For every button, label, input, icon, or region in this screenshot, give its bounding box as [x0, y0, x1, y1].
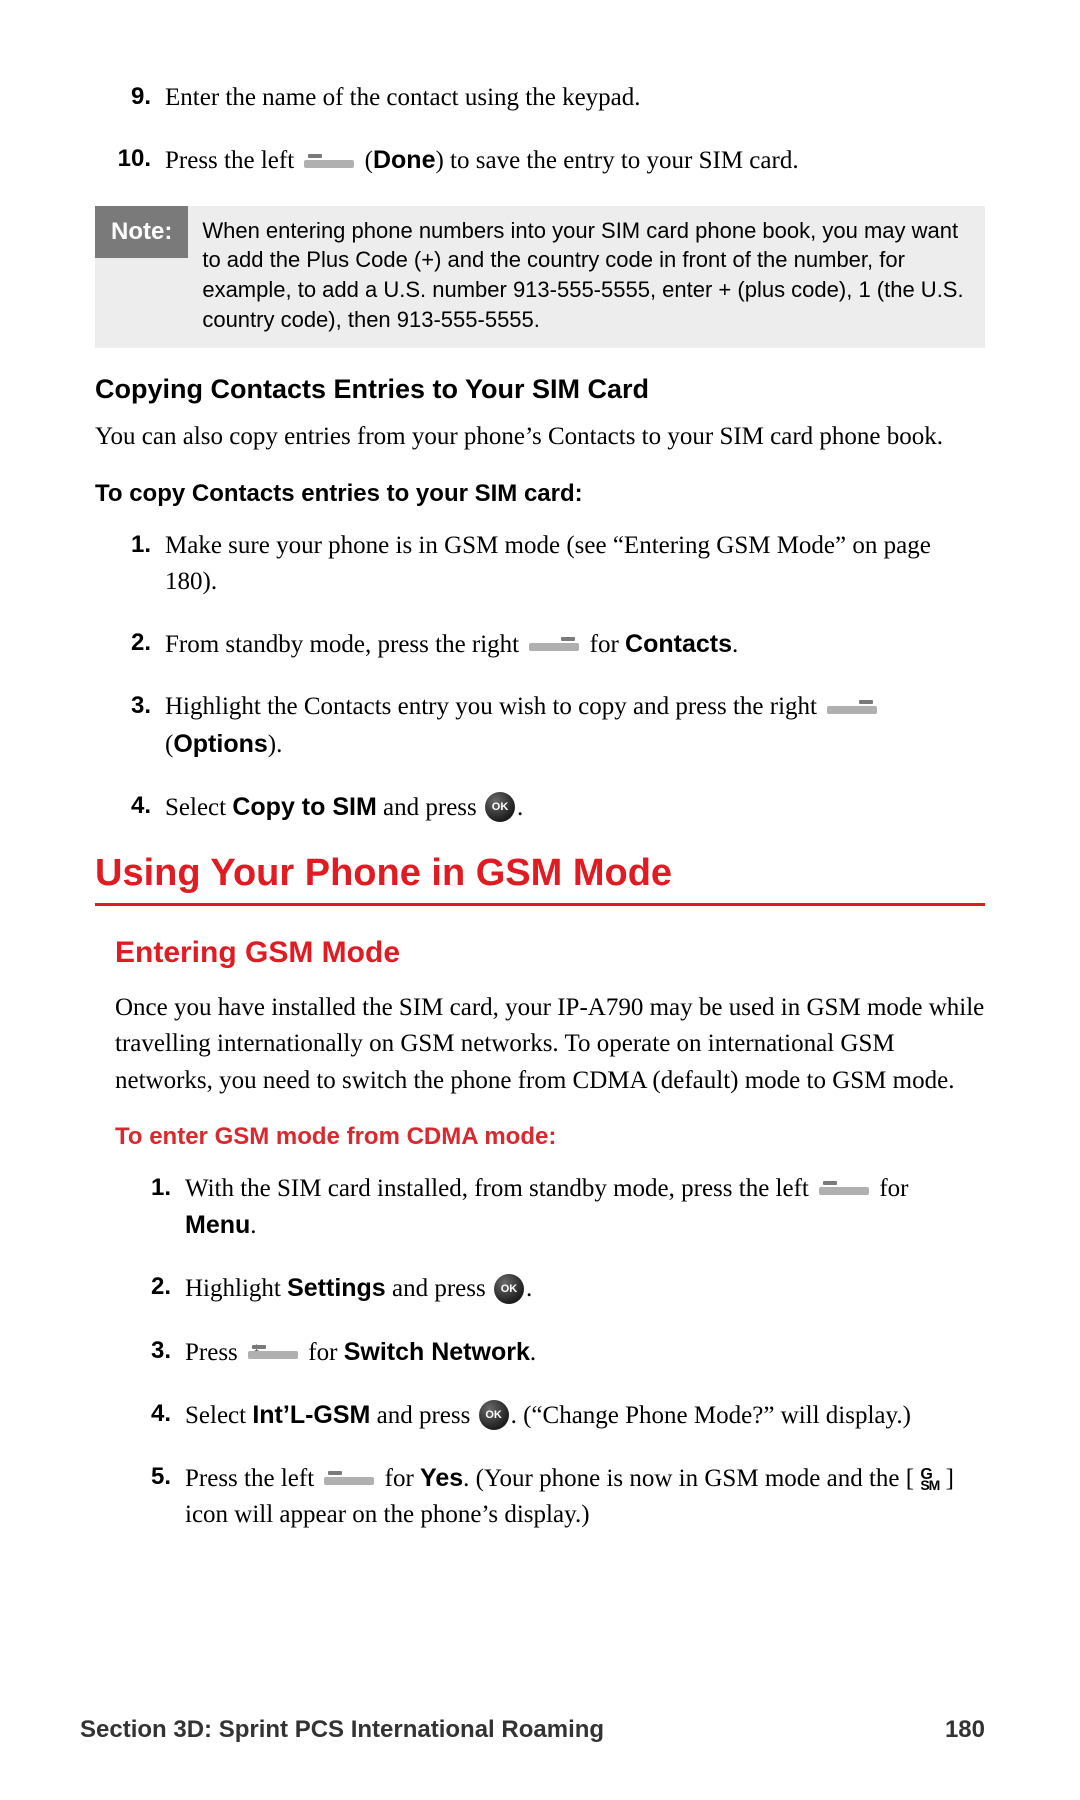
- copying-steps-list: 1.Make sure your phone is in GSM mode (s…: [95, 528, 985, 827]
- step-item: 9.Enter the name of the contact using th…: [155, 80, 985, 116]
- step-number: 4.: [127, 1397, 171, 1432]
- step-item: 3.Highlight the Contacts entry you wish …: [155, 689, 985, 763]
- note-label: Note:: [95, 206, 188, 258]
- red-divider: [95, 903, 985, 906]
- bold-term: Switch Network: [344, 1338, 530, 1366]
- step-number: 3.: [127, 1334, 171, 1369]
- bold-term: Options: [173, 730, 267, 758]
- softkey-right-icon: [529, 637, 579, 651]
- step-item: 2.From standby mode, press the right for…: [155, 626, 985, 663]
- step-item: 2.Highlight Settings and press OK.: [175, 1270, 985, 1307]
- gsm-steps-list: 1.With the SIM card installed, from stan…: [115, 1171, 985, 1534]
- softkey-left-icon: [324, 1471, 374, 1485]
- bold-term: Settings: [287, 1274, 386, 1302]
- bold-term: Copy to SIM: [232, 793, 376, 821]
- step-number: 3.: [107, 689, 151, 724]
- page-footer: Section 3D: Sprint PCS International Roa…: [80, 1716, 985, 1744]
- step-item: 4.Select Copy to SIM and press OK.: [155, 789, 985, 826]
- softkey-1-icon: 1: [248, 1345, 298, 1359]
- softkey-right-icon: [827, 700, 877, 714]
- ok-icon: OK: [485, 792, 515, 822]
- heading-copying: Copying Contacts Entries to Your SIM Car…: [95, 374, 985, 405]
- step-number: 4.: [107, 789, 151, 824]
- step-number: 2.: [127, 1270, 171, 1305]
- step-item: 1.Make sure your phone is in GSM mode (s…: [155, 528, 985, 601]
- footer-section: Section 3D: Sprint PCS International Roa…: [80, 1716, 604, 1744]
- softkey-left-icon: [304, 154, 354, 168]
- step-number: 5.: [127, 1460, 171, 1495]
- bold-term: Contacts: [625, 630, 732, 658]
- heading-entering-gsm: Entering GSM Mode: [115, 936, 985, 970]
- copying-lead: To copy Contacts entries to your SIM car…: [95, 480, 985, 508]
- bold-term: Done: [373, 146, 436, 174]
- ok-icon: OK: [479, 1400, 509, 1430]
- step-number: 2.: [107, 626, 151, 661]
- step-item: 5.Press the left for Yes. (Your phone is…: [175, 1460, 985, 1534]
- bold-term: Yes: [420, 1464, 463, 1492]
- copying-body: You can also copy entries from your phon…: [95, 419, 985, 455]
- gsm-lead: To enter GSM mode from CDMA mode:: [115, 1123, 985, 1151]
- step-number: 9.: [107, 80, 151, 115]
- step-item: 10.Press the left (Done) to save the ent…: [155, 142, 985, 179]
- top-steps-list: 9.Enter the name of the contact using th…: [95, 80, 985, 180]
- bold-term: Menu: [185, 1211, 250, 1239]
- bold-term: Int’L-GSM: [252, 1401, 370, 1429]
- note-box: Note: When entering phone numbers into y…: [95, 206, 985, 349]
- step-number: 1.: [127, 1171, 171, 1206]
- step-number: 10.: [107, 142, 151, 177]
- step-number: 1.: [107, 528, 151, 563]
- heading-gsm-main: Using Your Phone in GSM Mode: [95, 852, 985, 895]
- gsm-mode-icon: GSM: [920, 1469, 939, 1491]
- step-item: 3.Press 1 for Switch Network.: [175, 1334, 985, 1371]
- softkey-left-icon: [819, 1181, 869, 1195]
- ok-icon: OK: [494, 1274, 524, 1304]
- step-item: 1.With the SIM card installed, from stan…: [175, 1171, 985, 1245]
- step-item: 4.Select Int’L-GSM and press OK. (“Chang…: [175, 1397, 985, 1434]
- footer-page-number: 180: [945, 1716, 985, 1744]
- manual-page: 9.Enter the name of the contact using th…: [0, 0, 1080, 1800]
- gsm-body: Once you have installed the SIM card, yo…: [115, 990, 985, 1099]
- note-text: When entering phone numbers into your SI…: [188, 206, 985, 349]
